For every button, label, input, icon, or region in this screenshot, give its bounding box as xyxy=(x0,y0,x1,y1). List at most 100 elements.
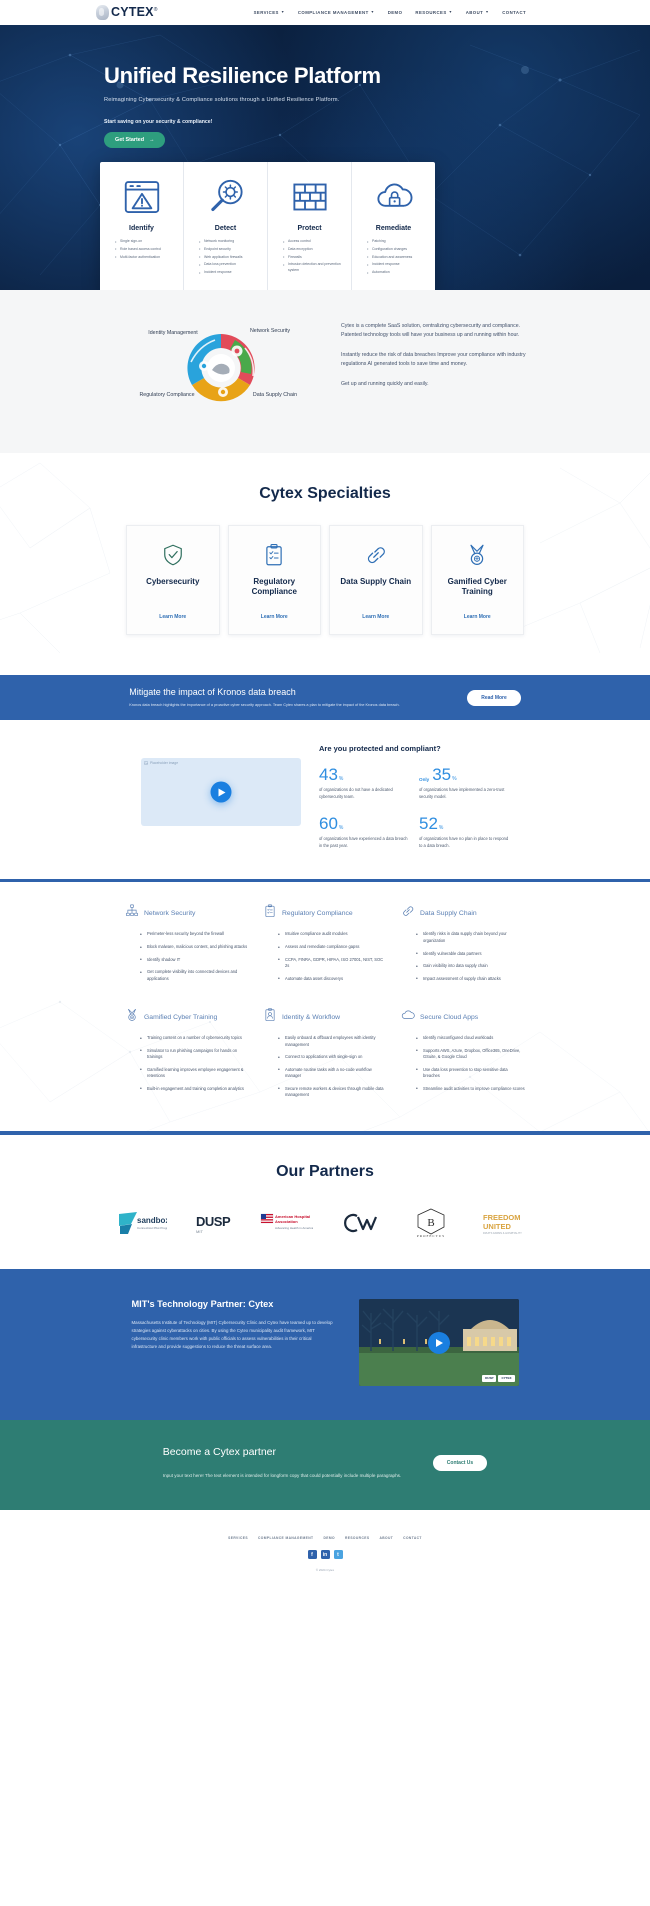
feature-icon-wrap xyxy=(125,1008,139,1027)
cloud-icon xyxy=(401,1010,415,1020)
hero-card-list-item: Network monitoring xyxy=(199,239,259,245)
get-started-button[interactable]: Get Started → xyxy=(104,132,166,148)
stat-value: 60 xyxy=(319,813,338,833)
feature-list-item: CCPA, FINRA, GDPR, HIPAA, ISO 27001, NIS… xyxy=(278,956,387,970)
feature-list-item: Training content on a number of cybersec… xyxy=(140,1035,249,1042)
hero-card-icon-wrap xyxy=(206,175,246,219)
partner-logo-cw[interactable] xyxy=(341,1208,381,1238)
footer-link-resources[interactable]: RESOURCES xyxy=(345,1536,369,1540)
feature-list: Training content on a number of cybersec… xyxy=(125,1035,249,1093)
stats-video-placeholder[interactable]: Placeholder image xyxy=(141,758,301,827)
specialty-learn-more-link[interactable]: Learn More xyxy=(261,602,288,620)
stat-description: of organizations have experienced a data… xyxy=(319,835,408,848)
contact-us-button[interactable]: Contact Us xyxy=(432,1455,488,1472)
hero-content: Unified Resilience Platform Reimagining … xyxy=(0,25,650,148)
stat-value: 43 xyxy=(319,765,338,785)
firewall-brick-icon xyxy=(292,183,327,211)
read-more-button[interactable]: Read More xyxy=(467,689,521,706)
hero-card-list-item: Configuration changes xyxy=(367,246,427,252)
feature-list-item: Block malware, malicious content, and ph… xyxy=(140,944,249,951)
svg-text:PROFECTUS: PROFECTUS xyxy=(417,1234,445,1238)
saas-overview-section: Identity Management Network Security Reg… xyxy=(0,290,650,453)
svg-text:Association: Association xyxy=(275,1219,298,1224)
hero-card-list-item: Multi-factor authentication xyxy=(115,254,175,260)
brand-logo[interactable]: CYTEX® xyxy=(96,5,158,20)
nav-link-contact[interactable]: CONTACT xyxy=(502,10,526,15)
stat-item: 60 % of organizations have experienced a… xyxy=(319,815,409,850)
profectus-logo-icon: B PROFECTUS xyxy=(417,1208,445,1238)
id-badge-icon xyxy=(265,1008,275,1022)
chevron-down-icon: ▼ xyxy=(370,9,375,14)
get-started-label: Get Started xyxy=(115,137,145,143)
footer-link-contact[interactable]: CONTACT xyxy=(403,1536,422,1540)
kronos-body: Kronos data breach highlights the import… xyxy=(129,703,400,707)
partner-logo-american-hospital-association[interactable]: American Hospital Association Advancing … xyxy=(259,1208,313,1238)
feature-block-network-security: Network Security Perimeter-less security… xyxy=(125,904,249,988)
nav-link-compliance-management[interactable]: COMPLIANCE MANAGEMENT ▼ xyxy=(298,10,375,15)
feature-list-item: Simulator to run phishing campaigns for … xyxy=(140,1047,249,1061)
specialty-card-data-supply-chain[interactable]: Data Supply Chain Learn More xyxy=(329,525,423,635)
play-button[interactable] xyxy=(210,781,232,803)
mit-video-thumbnail[interactable]: DUSP CYTEX xyxy=(358,1299,519,1387)
aha-logo-icon: American Hospital Association Advancing … xyxy=(261,1213,313,1230)
twitter-icon[interactable]: t xyxy=(333,1550,343,1560)
specialty-learn-more-link[interactable]: Learn More xyxy=(362,602,389,620)
mit-play-button[interactable] xyxy=(427,1331,450,1354)
become-partner-body: Input your text here! The text element i… xyxy=(162,1473,402,1479)
nav-link-services[interactable]: SERVICES ▼ xyxy=(254,10,285,15)
kronos-title: Mitigate the impact of Kronos data breac… xyxy=(129,687,296,697)
footer-link-about[interactable]: ABOUT xyxy=(379,1536,393,1540)
feature-header: Network Security xyxy=(125,904,249,923)
footer-link-compliance-management[interactable]: COMPLIANCE MANAGEMENT xyxy=(258,1536,313,1540)
magnifier-bug-icon xyxy=(210,179,243,212)
nav-link-demo[interactable]: DEMO xyxy=(388,10,403,15)
partner-logo-sandbox[interactable]: sandbox Connecticut Pilot Program xyxy=(115,1208,167,1238)
linkedin-icon[interactable]: in xyxy=(320,1550,330,1560)
chevron-down-icon: ▼ xyxy=(280,9,285,14)
hero-card-title: Identify xyxy=(129,225,154,232)
partner-logo-dusp-mit[interactable]: DUSP MIT xyxy=(194,1208,232,1238)
specialty-card-regulatory-compliance[interactable]: Regulatory Compliance Learn More xyxy=(227,525,321,635)
feature-list: Identify risks in data supply chain beyo… xyxy=(401,931,525,983)
mit-video-badges: DUSP CYTEX xyxy=(482,1375,515,1383)
cloud-lock-icon xyxy=(376,183,412,207)
social-glyph: t xyxy=(337,1551,339,1558)
nav-link-about[interactable]: ABOUT ▼ xyxy=(466,10,490,15)
svg-text:DUSP: DUSP xyxy=(196,1214,231,1229)
hero-card-list-item: Role based access control xyxy=(115,246,175,252)
hero-card-list-item: Incident response xyxy=(199,270,259,276)
freedom-united-logo-icon: FREEDOM UNITED FRUITS FARMS & HOSPITALIT… xyxy=(483,1213,522,1235)
hero-card-list-item: Data encryption xyxy=(283,246,343,252)
feature-icon-wrap xyxy=(263,904,277,923)
hero-subtitle: Reimagining Cybersecurity & Compliance s… xyxy=(104,97,340,103)
stat-value: 35 xyxy=(432,765,452,785)
specialties-card-grid: Cybersecurity Learn More Regulatory Comp… xyxy=(126,525,524,635)
hero-card-detect: Detect Network monitoringEndpoint securi… xyxy=(184,162,268,290)
specialty-card-gamified-cyber-training[interactable]: Gamified Cyber Training Learn More xyxy=(430,525,524,635)
stat-value: 52 xyxy=(419,813,438,833)
become-partner-copy: Become a Cytex partner Input your text h… xyxy=(163,1446,403,1480)
partner-logo-freedom-united[interactable]: FREEDOM UNITED FRUITS FARMS & HOSPITALIT… xyxy=(481,1208,535,1238)
hero-card-list-item: Automation xyxy=(367,270,427,276)
cw-logo-icon xyxy=(343,1213,377,1233)
svg-text:Connecticut Pilot Program: Connecticut Pilot Program xyxy=(137,1226,167,1230)
nav-link-label: SERVICES xyxy=(253,10,279,15)
feature-list-item: Perimeter-less security beyond the firew… xyxy=(140,931,249,938)
facebook-icon[interactable]: f xyxy=(307,1550,317,1560)
partner-logo-profectus-realty[interactable]: B PROFECTUS xyxy=(408,1207,454,1239)
hero-card-icon-wrap xyxy=(122,175,162,219)
feature-icon-wrap xyxy=(401,904,415,923)
feature-list-item: Streamline audit activities to improve c… xyxy=(416,1085,525,1092)
feature-list: Easily onboard & offboard employees with… xyxy=(263,1035,387,1099)
footer-link-demo[interactable]: DEMO xyxy=(323,1536,335,1540)
hero-card-list-item: Incident response xyxy=(367,262,427,268)
stat-number-row: 43 % xyxy=(319,766,409,783)
nav-link-resources[interactable]: RESOURCES ▼ xyxy=(415,10,452,15)
hero-card-icon-wrap xyxy=(290,175,330,219)
specialty-learn-more-link[interactable]: Learn More xyxy=(464,602,491,620)
specialty-card-cybersecurity[interactable]: Cybersecurity Learn More xyxy=(126,525,220,635)
specialty-learn-more-link[interactable]: Learn More xyxy=(159,602,186,620)
feature-title: Gamified Cyber Training xyxy=(144,1014,218,1022)
footer-link-services[interactable]: SERVICES xyxy=(228,1536,248,1540)
hero-card-protect: Protect Access controlData encryption Fir… xyxy=(268,162,352,290)
